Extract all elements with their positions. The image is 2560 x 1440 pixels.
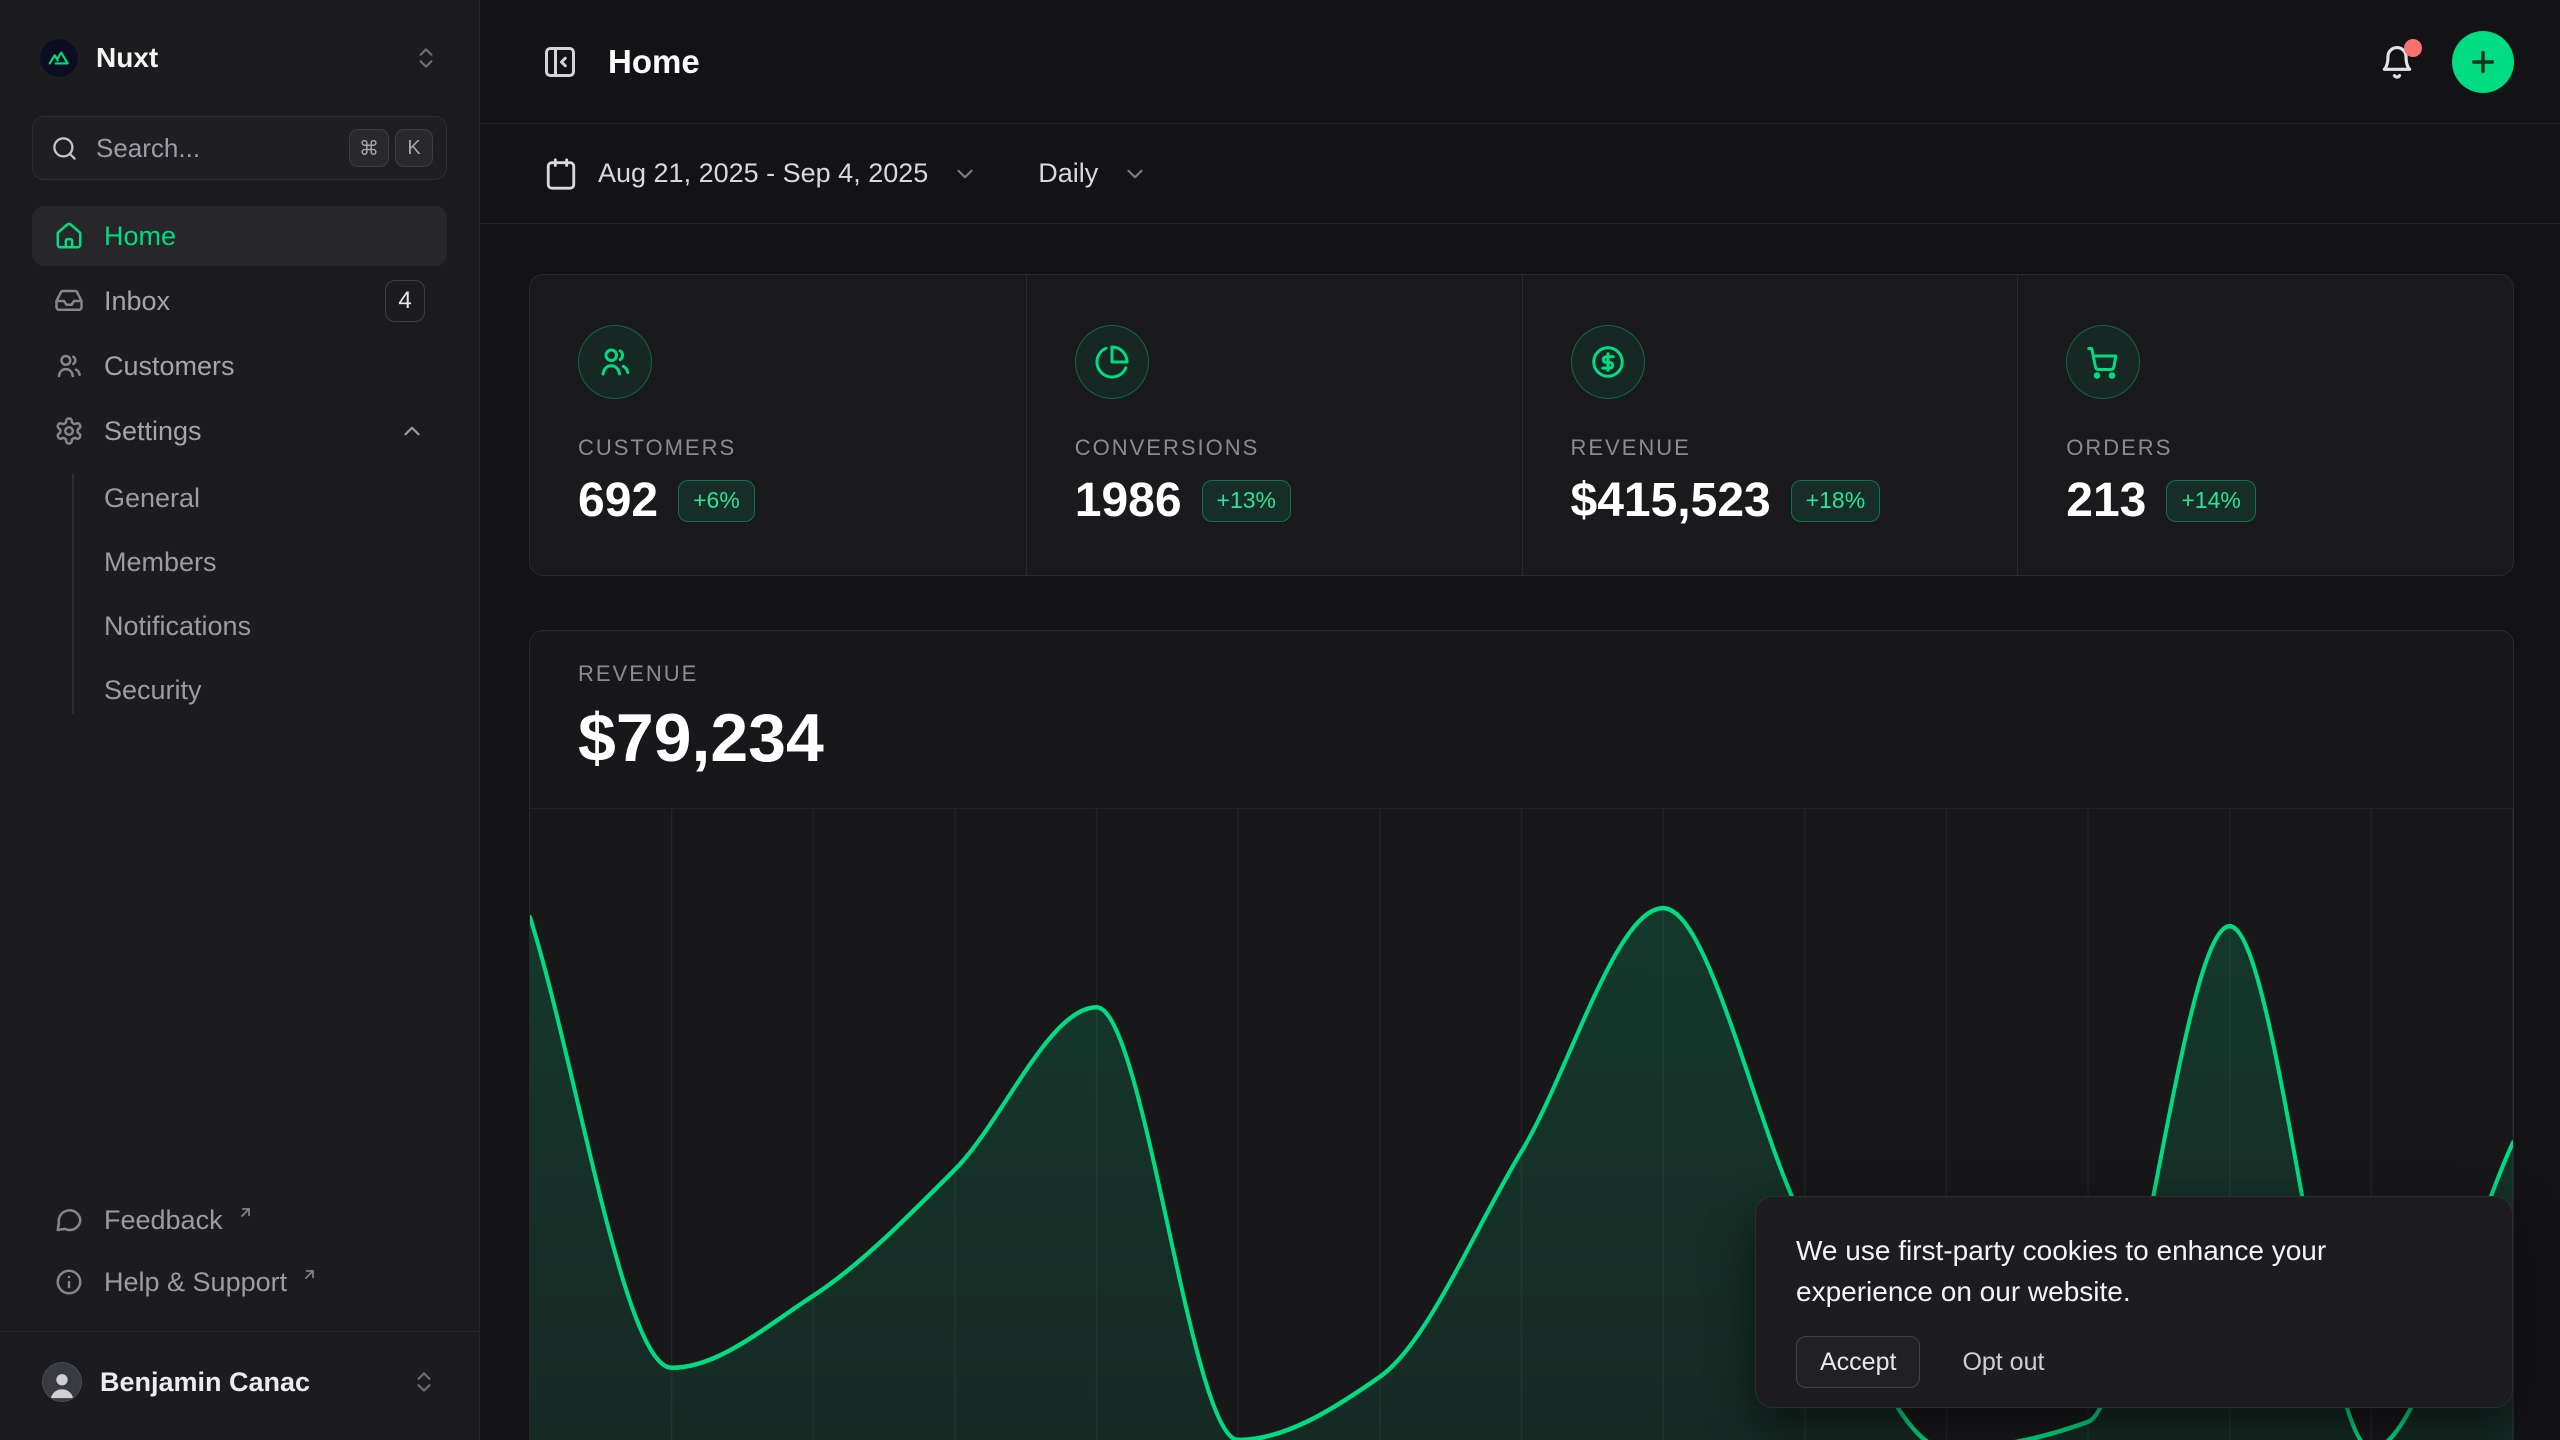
sidebar-item-label: Inbox (104, 286, 170, 317)
cookie-actions: Accept Opt out (1796, 1336, 2472, 1388)
stat-card-conversions[interactable]: CONVERSIONS 1986 +13% (1026, 275, 1522, 575)
cart-icon (2085, 344, 2121, 380)
stat-change-badge: +13% (1202, 480, 1291, 522)
stat-label: CONVERSIONS (1075, 435, 1474, 461)
dollar-icon (1590, 344, 1626, 380)
stat-card-customers[interactable]: CUSTOMERS 692 +6% (530, 275, 1026, 575)
nuxt-logo (40, 39, 78, 77)
stat-change-badge: +14% (2166, 480, 2255, 522)
users-icon (54, 351, 84, 381)
revenue-chart-header: REVENUE $79,234 (530, 631, 2513, 777)
pie-icon (1094, 344, 1130, 380)
date-range-label: Aug 21, 2025 - Sep 4, 2025 (598, 158, 928, 189)
kbd-chip: K (395, 129, 433, 167)
plus-icon (2467, 46, 2499, 78)
sidebar-item-security[interactable]: Security (104, 660, 447, 720)
sidebar-item-home[interactable]: Home (32, 206, 447, 266)
notifications-button[interactable] (2372, 37, 2422, 87)
arrow-up-right-icon (237, 1204, 254, 1221)
inbox-count-badge: 4 (385, 280, 425, 322)
sidebar-footer: Feedback Help & Support (32, 1191, 447, 1311)
chevrons-up-down-icon (411, 1369, 437, 1395)
date-range-picker[interactable]: Aug 21, 2025 - Sep 4, 2025 (544, 157, 978, 191)
avatar (42, 1362, 82, 1402)
panel-left-close-icon (542, 44, 578, 80)
accept-cookies-button[interactable]: Accept (1796, 1336, 1920, 1388)
search-placeholder: Search... (96, 133, 331, 164)
inbox-icon (54, 286, 84, 316)
info-icon (54, 1267, 84, 1297)
sidebar-item-label: Home (104, 221, 176, 252)
workspace-name: Nuxt (96, 42, 158, 74)
message-circle-icon (54, 1205, 84, 1235)
granularity-label: Daily (1038, 158, 1098, 189)
settings-icon (54, 416, 84, 446)
stat-value: 213 (2066, 473, 2146, 528)
sidebar-item-members[interactable]: Members (104, 532, 447, 592)
cookie-message: We use first-party cookies to enhance yo… (1796, 1230, 2446, 1312)
sidebar-item-settings[interactable]: Settings (32, 401, 447, 461)
sidebar-item-notifications[interactable]: Notifications (104, 596, 447, 656)
search-input[interactable]: Search... ⌘K (32, 116, 447, 180)
settings-sub-nav: GeneralMembersNotificationsSecurity (32, 468, 447, 720)
stat-value: 692 (578, 473, 658, 528)
page-title: Home (608, 43, 700, 81)
search-shortcut: ⌘K (349, 129, 433, 167)
stat-change-badge: +6% (678, 480, 755, 522)
add-button[interactable] (2452, 31, 2514, 93)
stat-card-revenue[interactable]: REVENUE $415,523 +18% (1522, 275, 2018, 575)
stat-change-badge: +18% (1791, 480, 1880, 522)
chevron-down-icon (952, 161, 978, 187)
stat-label: CUSTOMERS (578, 435, 978, 461)
granularity-select[interactable]: Daily (1038, 158, 1148, 189)
sidebar-item-label: Feedback (104, 1205, 223, 1236)
user-name: Benjamin Canac (100, 1367, 310, 1398)
chevron-up-icon (399, 418, 425, 444)
revenue-chart-value: $79,234 (578, 699, 2465, 777)
sidebar-item-general[interactable]: General (104, 468, 447, 528)
chevrons-up-down-icon (413, 45, 439, 71)
sidebar-nav: Home Inbox 4 Customers Settings GeneralMember… (32, 206, 447, 724)
sidebar-item-label: Help & Support (104, 1267, 287, 1298)
sidebar: Nuxt Search... ⌘K Home Inbox 4 Customers Set… (0, 0, 480, 1440)
sidebar-item-inbox[interactable]: Inbox 4 (32, 271, 447, 331)
chevron-down-icon (1122, 161, 1148, 187)
sidebar-divider (0, 1331, 479, 1332)
stat-value: $415,523 (1571, 473, 1771, 528)
calendar-icon (544, 157, 578, 191)
cookie-banner: We use first-party cookies to enhance yo… (1755, 1196, 2513, 1408)
search-icon (51, 135, 78, 162)
collapse-sidebar-button[interactable] (538, 40, 582, 84)
user-menu[interactable]: Benjamin Canac (32, 1350, 447, 1414)
page-header: Home (480, 0, 2560, 124)
stat-label: ORDERS (2066, 435, 2465, 461)
stats-cards: CUSTOMERS 692 +6% CONVERSIONS 1986 +13% REVENU… (529, 274, 2514, 576)
opt-out-button[interactable]: Opt out (1962, 1348, 2044, 1377)
sidebar-item-customers[interactable]: Customers (32, 336, 447, 396)
revenue-chart-label: REVENUE (578, 661, 2465, 687)
kbd-chip: ⌘ (349, 129, 389, 167)
users-icon (597, 344, 633, 380)
stat-value: 1986 (1075, 473, 1182, 528)
stat-card-orders[interactable]: ORDERS 213 +14% (2017, 275, 2513, 575)
sidebar-item-label: Customers (104, 351, 235, 382)
sidebar-item-label: Settings (104, 416, 202, 447)
stat-label: REVENUE (1571, 435, 1970, 461)
sidebar-item-feedback[interactable]: Feedback (32, 1191, 447, 1249)
workspace-switcher[interactable]: Nuxt (32, 26, 447, 90)
home-icon (54, 221, 84, 251)
sidebar-item-help-support[interactable]: Help & Support (32, 1253, 447, 1311)
notification-dot (2404, 39, 2422, 57)
filters-toolbar: Aug 21, 2025 - Sep 4, 2025 Daily (480, 124, 2560, 224)
arrow-up-right-icon (301, 1266, 318, 1283)
